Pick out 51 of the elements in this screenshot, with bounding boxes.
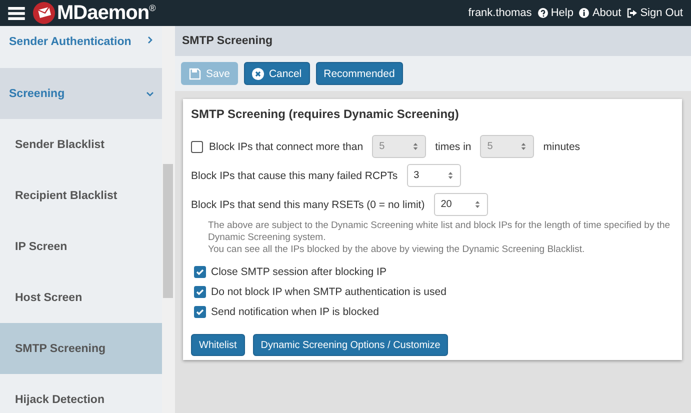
cancel-icon [252,68,264,80]
option-label: Block IPs that send this many RSETs (0 = no limit) [191,198,425,210]
help-text: You can see all the IPs blocked by the above by viewing the Dynamic Screening Blacklist. [208,244,586,256]
checkbox[interactable] [191,140,203,152]
option-label: times in [435,140,472,152]
page-title: SMTP Screening [175,26,691,56]
option-label: minutes [543,140,580,152]
save-icon [189,68,201,80]
checkbox[interactable] [194,306,206,318]
checkbox-label: Do not block IP when SMTP authentication is used [211,286,446,298]
action-button[interactable]: Dynamic Screening Options / Customize [252,334,448,356]
chevron-down-icon [146,90,154,98]
sidebar-item[interactable]: Sender Blacklist [0,119,162,170]
spinner-arrows-icon[interactable] [474,200,481,209]
checkbox-label: Close SMTP session after blocking IP [211,266,386,278]
checkbox[interactable] [194,286,206,298]
option-label: Block IPs that cause this many failed RCPTs [191,170,398,182]
envelope-logo-icon [33,2,55,24]
header-link[interactable]: Sign Out [627,7,683,19]
toolbar-button[interactable]: Cancel [244,62,310,85]
sidebar-item[interactable]: Screening [0,68,162,119]
toolbar-button[interactable]: Recommended [316,62,403,85]
sign-out-icon [627,8,638,18]
logo-text: MDaemon [57,2,150,24]
sidebar-item[interactable]: Recipient Blacklist [0,170,162,221]
header-link[interactable]: About [579,7,622,19]
card-title: SMTP Screening (requires Dynamic Screening) [191,107,460,121]
checkbox[interactable] [194,266,206,278]
sidebar-item[interactable]: Host Screen [0,272,162,323]
info-icon [579,8,590,18]
sidebar-item[interactable]: SMTP Screening [0,323,162,374]
action-button[interactable]: Whitelist [191,334,245,356]
option-label: Block IPs that connect more than [209,140,364,152]
user-name: frank.thomas [468,7,532,19]
help-text: The above are subject to the Dynamic Screening white list and block IPs for the length of time specified by the Dynamic Screening system. [208,220,672,244]
spinner-arrows-icon[interactable] [412,142,420,151]
checkbox-label: Send notification when IP is blocked [211,306,379,318]
chevron-right-icon [146,36,154,44]
sidebar-item[interactable]: IP Screen [0,221,162,272]
sidebar-item[interactable]: Sender Authentication [0,26,162,68]
spinner-arrows-icon[interactable] [446,171,454,180]
scrollbar[interactable] [162,26,175,413]
scrollbar-thumb[interactable] [163,164,173,298]
number-field[interactable]: 3 [406,164,461,187]
registered-mark: ® [149,3,156,13]
sidebar-item[interactable]: Hijack Detection [0,374,162,413]
header-link[interactable]: Help [538,7,574,19]
spinner-arrows-icon[interactable] [520,142,528,151]
menu-icon[interactable] [8,6,25,20]
number-field[interactable]: 20 [434,193,488,216]
help-icon [538,8,548,18]
